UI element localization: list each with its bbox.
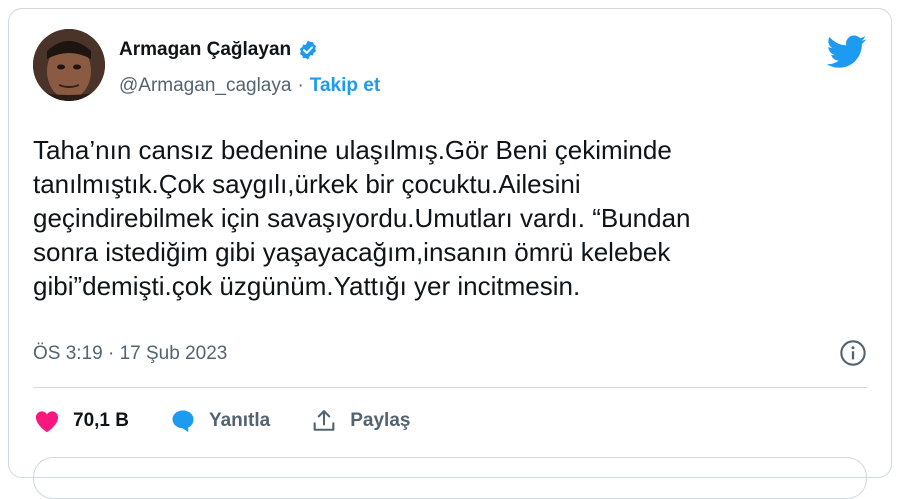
tweet-text: Taha’nın cansız bedenine ulaşılmış.Gör B… xyxy=(33,135,691,301)
avatar-image xyxy=(33,29,105,101)
reply-button[interactable]: Yanıtla xyxy=(169,407,270,435)
action-bar: 70,1 B Yanıtla Paylaş xyxy=(33,407,410,435)
share-icon xyxy=(313,410,335,431)
verified-badge-icon xyxy=(300,40,317,60)
divider xyxy=(33,387,867,388)
author-handle-row: @Armagan_caglaya · Takip et xyxy=(119,75,380,97)
heart-icon xyxy=(35,411,59,433)
separator-dot: · xyxy=(297,75,304,96)
follow-button[interactable]: Takip et xyxy=(310,75,380,97)
tweet-timestamp[interactable]: ÖS 3:19 · 17 Şub 2023 xyxy=(33,343,227,365)
like-count: 70,1 B xyxy=(73,410,129,431)
reply-bubble-icon xyxy=(172,410,194,433)
like-button[interactable]: 70,1 B xyxy=(33,407,129,435)
share-label: Paylaş xyxy=(350,410,411,431)
twitter-bird-icon[interactable] xyxy=(827,35,867,69)
author-name[interactable]: Armagan Çağlayan xyxy=(119,39,291,61)
reply-label: Yanıtla xyxy=(208,410,271,431)
author-handle[interactable]: @Armagan_caglaya xyxy=(119,75,291,97)
tweet-card: Armagan Çağlayan @Armagan_caglaya · Taki… xyxy=(8,8,892,499)
author-name-row: Armagan Çağlayan xyxy=(119,39,319,61)
share-button[interactable]: Paylaş xyxy=(310,407,410,435)
avatar[interactable] xyxy=(33,29,105,101)
info-icon[interactable] xyxy=(839,339,867,367)
reply-box[interactable] xyxy=(33,457,867,499)
